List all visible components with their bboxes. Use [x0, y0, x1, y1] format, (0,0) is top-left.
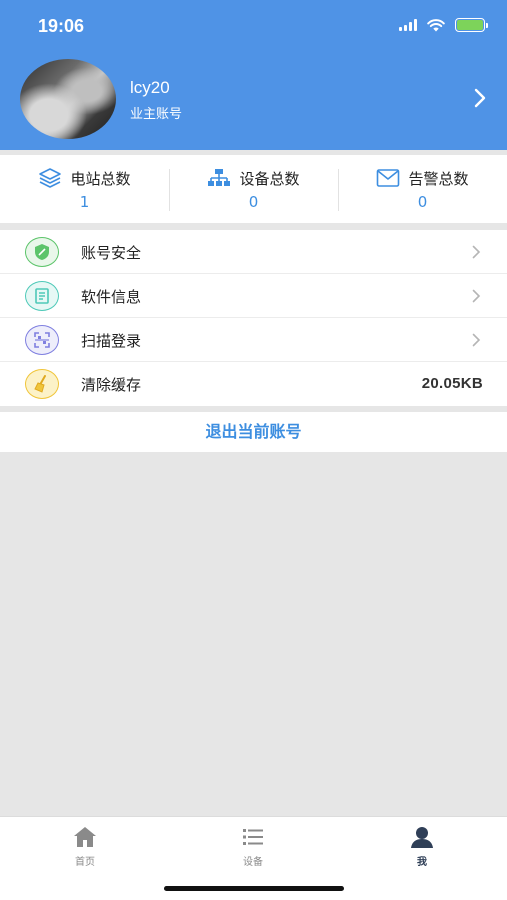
username: lcy20 [130, 78, 170, 97]
layers-icon [39, 168, 62, 188]
menu-item-clear-cache[interactable]: 清除缓存 20.05KB [0, 362, 507, 406]
status-icons [399, 18, 488, 32]
stat-label: 设备总数 [239, 169, 300, 188]
stat-label: 告警总数 [408, 169, 469, 188]
menu-item-software-info[interactable]: 软件信息 [0, 274, 507, 318]
network-icon [208, 169, 231, 186]
menu-label: 扫描登录 [81, 332, 142, 350]
list-icon [243, 829, 263, 845]
tab-label: 设备 [243, 857, 263, 868]
broom-icon [25, 369, 59, 399]
logout-button[interactable]: 退出当前账号 [0, 412, 507, 452]
document-icon [25, 281, 59, 311]
chevron-right-icon [472, 333, 481, 347]
menu-item-scan-login[interactable]: 扫描登录 [0, 318, 507, 362]
stats-panel: 电站总数 1 设备总数 0 告警总数 0 [0, 155, 507, 223]
battery-icon [455, 18, 488, 32]
stat-value: 1 [79, 193, 90, 211]
user-icon [411, 827, 433, 848]
tab-devices[interactable]: 设备 [213, 825, 293, 868]
settings-menu: 账号安全 软件信息 扫描登录 清除缓存 20.05KB [0, 230, 507, 406]
stat-alarm-count[interactable]: 告警总数 0 [338, 155, 507, 223]
mail-icon [377, 169, 400, 187]
avatar[interactable] [20, 59, 116, 139]
tab-home[interactable]: 首页 [45, 825, 125, 868]
stat-label: 电站总数 [70, 169, 131, 188]
stat-device-count[interactable]: 设备总数 0 [169, 155, 338, 223]
menu-label: 清除缓存 [81, 376, 142, 394]
cache-size: 20.05KB [421, 375, 483, 392]
signal-icon [399, 19, 417, 31]
stat-value: 0 [248, 193, 259, 211]
status-time: 19:06 [38, 16, 85, 36]
account-type: 业主账号 [130, 107, 183, 122]
tab-me[interactable]: 我 [382, 825, 462, 868]
profile-row[interactable]: lcy20 业主账号 [0, 52, 507, 150]
home-icon [74, 827, 96, 847]
tab-label: 首页 [75, 857, 95, 868]
tab-label: 我 [417, 857, 427, 868]
menu-label: 软件信息 [81, 288, 142, 306]
stat-station-count[interactable]: 电站总数 1 [0, 155, 169, 223]
profile-header: 19:06 lcy20 业主账号 [0, 0, 507, 150]
chevron-right-icon [472, 289, 481, 303]
chevron-right-icon [472, 245, 481, 259]
chevron-right-icon[interactable] [473, 88, 487, 108]
status-bar: 19:06 [0, 0, 507, 52]
menu-item-account-security[interactable]: 账号安全 [0, 230, 507, 274]
wifi-icon [427, 18, 445, 31]
menu-label: 账号安全 [81, 244, 142, 262]
stat-value: 0 [417, 193, 428, 211]
home-indicator [164, 886, 344, 891]
scan-icon [25, 325, 59, 355]
shield-icon [25, 237, 59, 267]
